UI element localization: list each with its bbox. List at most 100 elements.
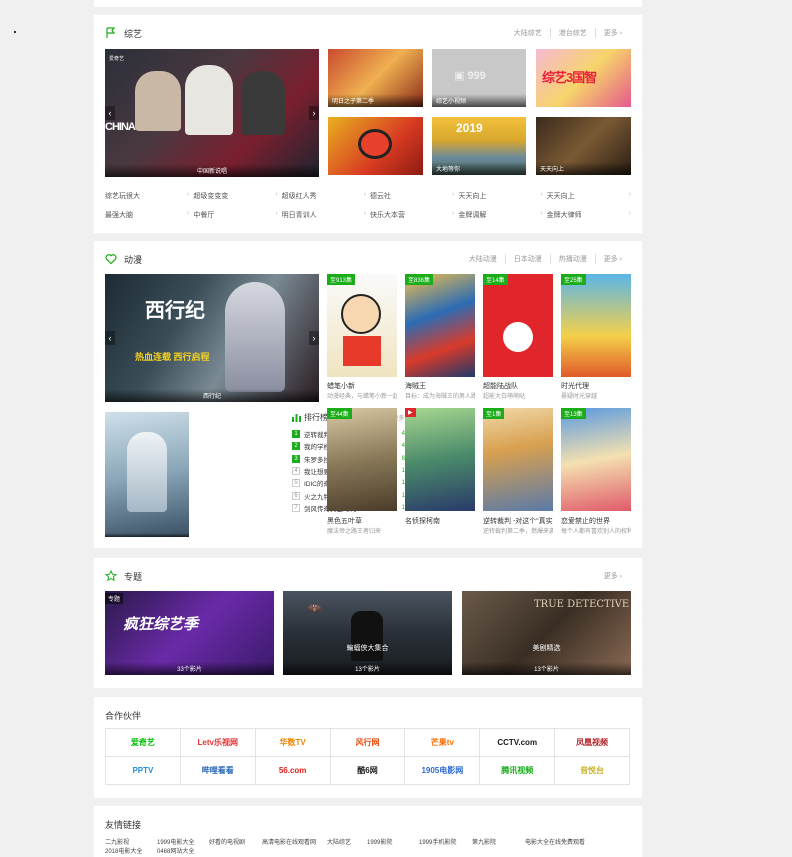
topic-card-3[interactable]: TRUE DETECTIVE 美剧精选 13个影片 bbox=[462, 591, 631, 675]
poster-subtitle: 悬疑时光穿越 bbox=[561, 394, 598, 400]
link-mainland-variety[interactable]: 大陆综艺 bbox=[506, 28, 550, 38]
variety-hero-banner[interactable]: CHINA 爱奇艺 ‹ › 中国新说唱 bbox=[105, 49, 319, 177]
link-mainland-anime[interactable]: 大陆动漫 bbox=[461, 254, 505, 264]
partner-logo-mgtv[interactable]: 芒果tv bbox=[405, 729, 481, 757]
partner-logo-funshion[interactable]: 风行网 bbox=[330, 729, 406, 757]
partner-logo-56[interactable]: 56.com bbox=[255, 757, 331, 785]
grid-link[interactable]: 明日青训人 bbox=[282, 210, 366, 220]
partner-logo-iqiyi[interactable]: 爱奇艺 bbox=[106, 729, 181, 757]
anime-left-poster[interactable] bbox=[105, 412, 189, 537]
friend-link[interactable]: 高清电影在线观看网 bbox=[262, 837, 316, 846]
grid-link[interactable]: 超级红人秀 bbox=[282, 191, 366, 201]
grid-link[interactable]: 最强大脑 bbox=[105, 210, 189, 220]
friend-link[interactable]: 0468网站大全 bbox=[157, 846, 194, 855]
partner-logo-yinyuetai[interactable]: 音悦台 bbox=[555, 757, 630, 785]
poster-title[interactable]: 时光代理 bbox=[561, 381, 631, 391]
grid-link[interactable]: 金牌大律师 bbox=[547, 210, 631, 220]
variety-header: 综艺 bbox=[105, 26, 142, 40]
friend-link[interactable]: 二九影视 bbox=[105, 837, 129, 846]
page-marker-dot bbox=[14, 31, 16, 33]
anime-hero-banner[interactable]: 西行纪 热血连载 西行启程 ‹ › 西行纪 bbox=[105, 274, 319, 402]
grid-link[interactable]: 天天向上 bbox=[458, 191, 542, 201]
grid-link[interactable]: 中餐厅 bbox=[193, 210, 277, 220]
link-more[interactable]: 更多 bbox=[594, 254, 630, 264]
topic-art-title: 疯狂综艺季 bbox=[123, 616, 199, 633]
rank-number: 3 bbox=[292, 454, 300, 463]
topic-art-text: TRUE DETECTIVE bbox=[534, 599, 630, 610]
poster-title[interactable]: 恋爱禁止的世界 bbox=[561, 516, 631, 526]
variety-tile-3[interactable]: 综艺3国智 bbox=[536, 49, 631, 107]
anime-poster-2[interactable]: 至836集 bbox=[405, 274, 475, 377]
poster-title[interactable]: 超能陆战队 bbox=[483, 381, 553, 391]
variety-tile-6[interactable]: 天天向上 bbox=[536, 117, 631, 175]
poster-subtitle: 魔法帝之路王者归来 bbox=[327, 529, 382, 535]
anime-poster-5[interactable]: 至44集 bbox=[327, 408, 397, 511]
anime-poster-1[interactable]: 至913集 bbox=[327, 274, 397, 377]
partner-logo-tencent[interactable]: 腾讯视频 bbox=[480, 757, 556, 785]
hero-slogan: 热血连载 西行启程 bbox=[135, 352, 210, 362]
section-title: 合作伙伴 bbox=[105, 710, 142, 721]
anime-poster-8[interactable]: 至13集 bbox=[561, 408, 631, 511]
section-title: 专题 bbox=[124, 571, 143, 582]
anime-poster-6[interactable]: ▶ bbox=[405, 408, 475, 511]
grid-link[interactable]: 天天向上 bbox=[547, 191, 631, 201]
link-hot-anime[interactable]: 热播动漫 bbox=[549, 254, 595, 264]
anime-poster-4[interactable]: 至25集 bbox=[561, 274, 631, 377]
poster-title[interactable]: 逆转裁判 -对这个“真实” bbox=[483, 516, 553, 526]
variety-tile-4[interactable] bbox=[328, 117, 423, 175]
grid-link[interactable]: 快乐大本营 bbox=[370, 210, 454, 220]
carousel-next-button[interactable]: › bbox=[309, 331, 319, 345]
friend-link[interactable]: 第九影院 bbox=[472, 837, 496, 846]
tile-art-shape bbox=[358, 129, 392, 159]
topic-card-2[interactable]: 🦇 蝙蝠侠大集合 13个影片 bbox=[283, 591, 452, 675]
tile-caption: 天天向上 bbox=[536, 162, 631, 175]
partner-logo-wasu[interactable]: 华数TV bbox=[255, 729, 331, 757]
poster-title[interactable]: 名侦探柯南 bbox=[405, 516, 475, 526]
variety-tile-2[interactable]: ▣ 999 综艺小视频 bbox=[432, 49, 526, 107]
link-more[interactable]: 更多 bbox=[594, 28, 630, 38]
link-japan-anime[interactable]: 日本动漫 bbox=[504, 254, 550, 264]
poster-title[interactable]: 海贼王 bbox=[405, 381, 475, 391]
anime-poster-3[interactable]: 至14集 bbox=[483, 274, 553, 377]
link-hktw-variety[interactable]: 港台综艺 bbox=[549, 28, 595, 38]
friend-link[interactable]: 1999手机影院 bbox=[419, 837, 456, 846]
partner-logo-cctv[interactable]: CCTV.com bbox=[480, 729, 556, 757]
anime-poster-7[interactable]: 至1集 bbox=[483, 408, 553, 511]
friend-link[interactable]: 大陆综艺 bbox=[327, 837, 351, 846]
topics-links: 更多 bbox=[596, 571, 630, 581]
carousel-prev-button[interactable]: ‹ bbox=[105, 106, 115, 120]
variety-tile-5[interactable]: 2019 大地等你 bbox=[432, 117, 526, 175]
topic-card-1[interactable]: 专题 疯狂综艺季 33个影片 bbox=[105, 591, 274, 675]
topic-subtitle: 13个影片 bbox=[462, 662, 631, 675]
partner-logo-ifeng[interactable]: 凤凰视频 bbox=[555, 729, 630, 757]
tile-caption: 大地等你 bbox=[432, 162, 526, 175]
partner-logo-pptv[interactable]: PPTV bbox=[106, 757, 181, 785]
partner-logo-letv[interactable]: Letv乐视网 bbox=[180, 729, 256, 757]
friend-link[interactable]: 好看的电视剧 bbox=[209, 837, 245, 846]
grid-link[interactable]: 金牌调解 bbox=[458, 210, 542, 220]
hero-caption: 中国新说唱 bbox=[105, 164, 319, 177]
friend-link[interactable]: 1999电影大全 bbox=[157, 837, 194, 846]
grid-link[interactable]: 综艺玩很大 bbox=[105, 191, 189, 201]
partner-logo-1905[interactable]: 1905电影网 bbox=[405, 757, 481, 785]
variety-tile-1[interactable]: 明日之子第二季 bbox=[328, 49, 423, 107]
tile-art-text: 综艺3国智 bbox=[542, 70, 597, 85]
hero-badge: 爱奇艺 bbox=[109, 56, 125, 62]
partner-logo-ku6[interactable]: 酷6网 bbox=[330, 757, 406, 785]
grid-link[interactable]: 德云社 bbox=[370, 191, 454, 201]
friend-link[interactable]: 1999影院 bbox=[367, 837, 392, 846]
link-more[interactable]: 更多 bbox=[596, 571, 630, 581]
carousel-next-button[interactable]: › bbox=[309, 106, 319, 120]
friend-link[interactable]: 2018电影大全 bbox=[105, 846, 142, 855]
rank-number: 7 bbox=[292, 503, 300, 512]
poster-title[interactable]: 黑色五叶草 bbox=[327, 516, 397, 526]
friend-link[interactable]: 电影大全在线免费观看 bbox=[525, 837, 585, 846]
partner-logo-bilikk[interactable]: 哔哩看看 bbox=[180, 757, 256, 785]
partners-section: 合作伙伴 爱奇艺 Letv乐视网 华数TV 风行网 芒果tv CCTV.com … bbox=[94, 697, 642, 798]
grid-link[interactable]: 超级变变变 bbox=[193, 191, 277, 201]
poster-subtitle: 每个人都有喜欢别人的权利 bbox=[561, 529, 631, 535]
poster-title[interactable]: 蜡笔小新 bbox=[327, 381, 397, 391]
carousel-prev-button[interactable]: ‹ bbox=[105, 331, 115, 345]
top-card-partial bbox=[94, 0, 642, 7]
topic-title: 蝙蝠侠大集合 bbox=[346, 645, 389, 652]
